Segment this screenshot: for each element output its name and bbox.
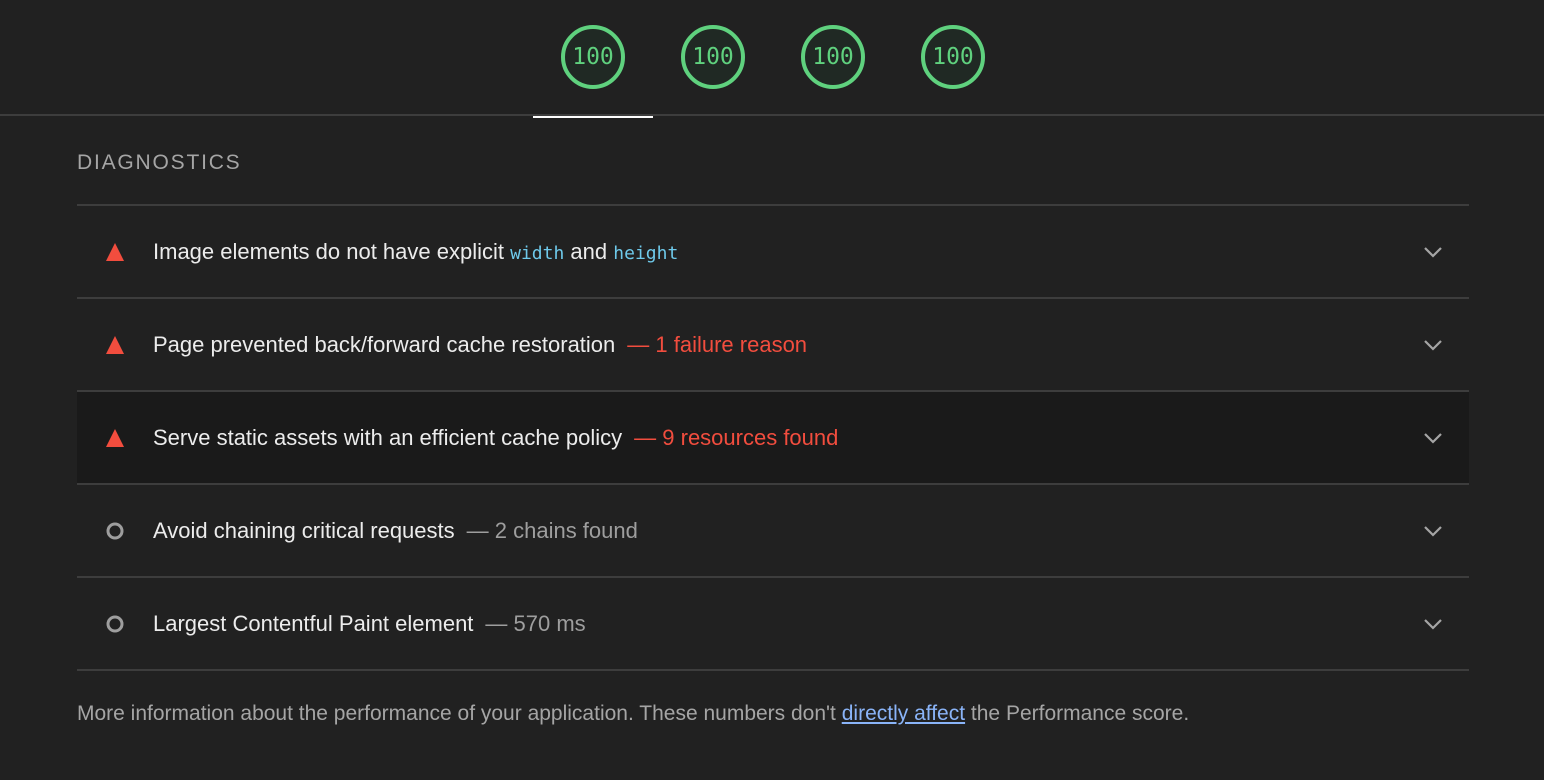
audit-row-bf-cache[interactable]: Page prevented back/forward cache restor… [77, 299, 1469, 392]
audit-title: Largest Contentful Paint element — 570 ms [153, 611, 586, 637]
audit-title-text: Largest Contentful Paint element [153, 610, 474, 636]
section-title: DIAGNOSTICS [77, 116, 1469, 206]
audit-title-joiner: and [570, 238, 608, 264]
audit-row-lcp-element[interactable]: Largest Contentful Paint element — 570 ms [77, 578, 1469, 671]
audit-title: Page prevented back/forward cache restor… [153, 332, 807, 358]
audit-row-critical-chains[interactable]: Avoid chaining critical requests — 2 chai… [77, 485, 1469, 578]
audit-title: Avoid chaining critical requests — 2 chai… [153, 518, 638, 544]
diagnostics-section: DIAGNOSTICS Image elements do not have e… [77, 116, 1469, 726]
audit-title-text: Avoid chaining critical requests [153, 517, 455, 543]
audit-row-cache-policy[interactable]: Serve static assets with an efficient ca… [77, 392, 1469, 485]
directly-affect-link[interactable]: directly affect [842, 702, 965, 725]
diagnostics-description: More information about the performance o… [77, 702, 1469, 726]
score-value: 100 [572, 44, 614, 70]
info-circle-icon [106, 615, 124, 632]
warning-triangle-icon [106, 428, 124, 447]
audit-title-text: Image elements do not have explicit [153, 238, 504, 264]
audit-display-value: — 9 resources found [634, 424, 839, 450]
warning-triangle-icon [106, 242, 124, 261]
audit-row-unsized-images[interactable]: Image elements do not have explicit widt… [77, 206, 1469, 299]
audit-display-value: — 2 chains found [466, 517, 638, 543]
chevron-down-icon[interactable] [1423, 246, 1443, 258]
info-circle-icon [106, 522, 124, 539]
score-gauges-bar: 100 100 100 100 [0, 0, 1544, 118]
score-gauge-performance[interactable]: 100 [533, 23, 653, 118]
audit-title: Image elements do not have explicit widt… [153, 239, 678, 265]
footer-text-after: the Performance score. [970, 702, 1190, 725]
chevron-down-icon[interactable] [1423, 432, 1443, 444]
score-gauge-accessibility[interactable]: 100 [653, 23, 773, 116]
score-value: 100 [932, 44, 974, 70]
warning-triangle-icon [106, 335, 124, 354]
chevron-down-icon[interactable] [1423, 525, 1443, 537]
chevron-down-icon[interactable] [1423, 339, 1443, 351]
score-value: 100 [812, 44, 854, 70]
audit-title-text: Page prevented back/forward cache restor… [153, 331, 616, 357]
score-gauge-best-practices[interactable]: 100 [773, 23, 893, 116]
audit-display-value: — 570 ms [485, 610, 586, 636]
audit-display-value: — 1 failure reason [627, 331, 808, 357]
score-gauge-seo[interactable]: 100 [893, 23, 1013, 116]
code-width: width [510, 242, 565, 264]
score-value: 100 [692, 44, 734, 70]
chevron-down-icon[interactable] [1423, 618, 1443, 630]
code-height: height [613, 242, 679, 264]
audit-title-text: Serve static assets with an efficient ca… [153, 424, 623, 450]
footer-text-before: More information about the performance o… [77, 702, 836, 725]
audit-title: Serve static assets with an efficient ca… [153, 425, 838, 451]
